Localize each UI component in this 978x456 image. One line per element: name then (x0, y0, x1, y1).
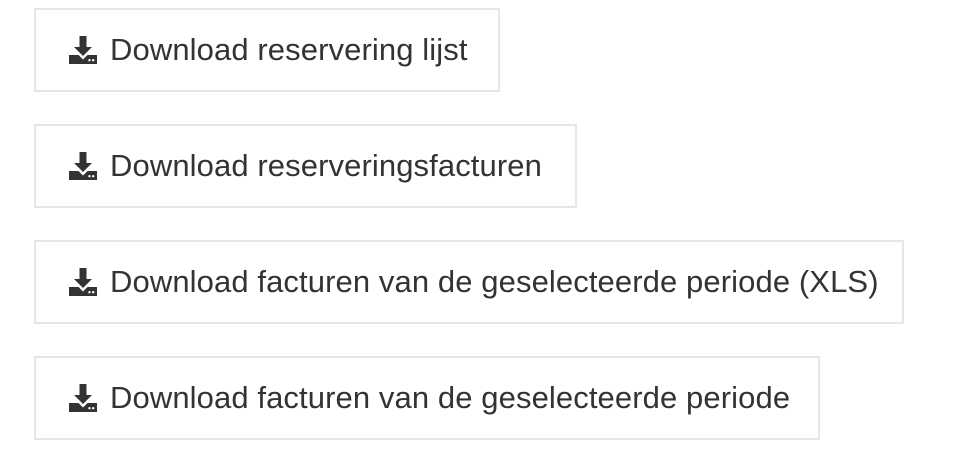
download-period-invoices-xls-label: Download facturen van de geselecteerde p… (110, 264, 879, 299)
download-icon (66, 149, 100, 183)
download-period-invoices-xls-button[interactable]: Download facturen van de geselecteerde p… (34, 240, 904, 324)
download-reservation-list-label: Download reservering lijst (110, 32, 468, 67)
download-period-invoices-label: Download facturen van de geselecteerde p… (110, 380, 791, 415)
download-period-invoices-button[interactable]: Download facturen van de geselecteerde p… (34, 356, 820, 440)
download-reservation-list-button[interactable]: Download reservering lijst (34, 8, 500, 92)
download-icon (66, 265, 100, 299)
download-reservation-invoices-button[interactable]: Download reserveringsfacturen (34, 124, 577, 208)
download-icon (66, 381, 100, 415)
download-reservation-invoices-label: Download reserveringsfacturen (110, 148, 542, 183)
download-icon (66, 33, 100, 67)
